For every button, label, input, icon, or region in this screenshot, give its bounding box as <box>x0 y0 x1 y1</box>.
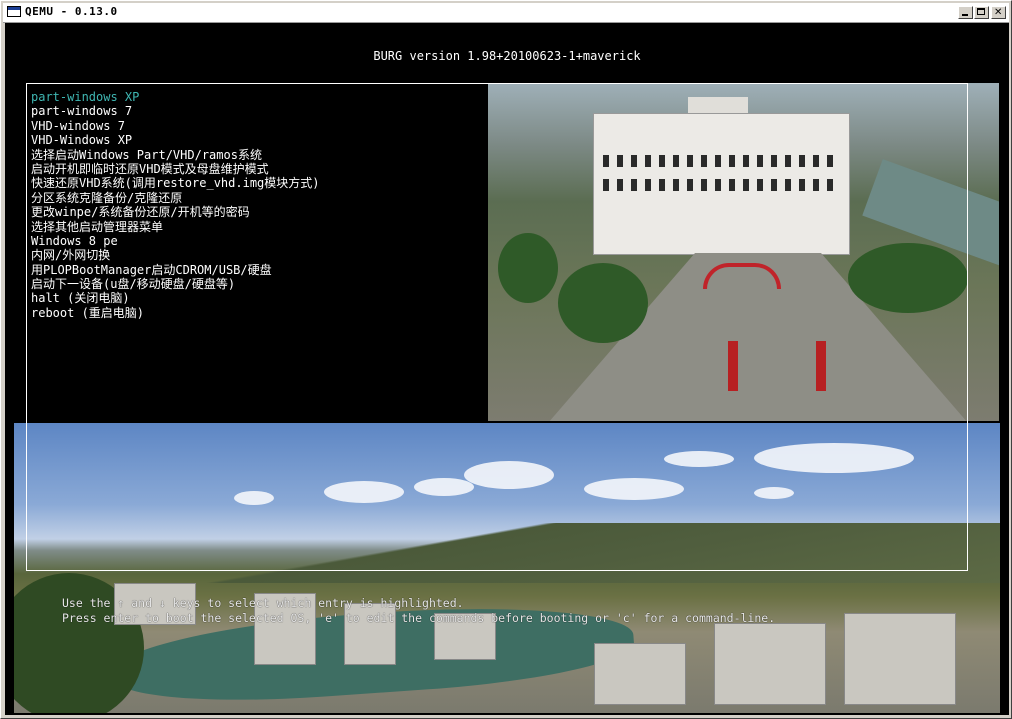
menu-item-other-bootmanager[interactable]: 选择其他启动管理器菜单 <box>31 220 320 234</box>
menu-item-vhd-windows-xp[interactable]: VHD-Windows XP <box>31 133 320 147</box>
background-photo-building <box>488 83 999 421</box>
menu-item-part-windows-7[interactable]: part-windows 7 <box>31 104 320 118</box>
menu-item-network-switch[interactable]: 内网/外网切换 <box>31 248 320 262</box>
menu-item-partition-clone[interactable]: 分区系统克隆备份/克隆还原 <box>31 191 320 205</box>
help-line-navigation: Use the ↑ and ↓ keys to select which ent… <box>62 596 464 610</box>
menu-item-vhd-temp-restore[interactable]: 启动开机即临时还原VHD模式及母盘维护模式 <box>31 162 320 176</box>
boot-menu: part-windows XP part-windows 7 VHD-windo… <box>31 90 320 320</box>
menu-item-reboot[interactable]: reboot (重启电脑) <box>31 306 320 320</box>
maximize-button[interactable] <box>974 6 989 19</box>
help-text: Use the ↑ and ↓ keys to select which ent… <box>62 596 775 626</box>
menu-item-vhd-windows-7[interactable]: VHD-windows 7 <box>31 119 320 133</box>
menu-item-halt[interactable]: halt (关闭电脑) <box>31 291 320 305</box>
qemu-window: QEMU - 0.13.0 BURG version 1.98+20100623… <box>0 0 1012 719</box>
title-bar[interactable]: QEMU - 0.13.0 <box>3 3 1009 23</box>
qemu-app-icon <box>7 6 21 17</box>
close-button[interactable] <box>991 6 1006 19</box>
menu-item-plop-boot[interactable]: 用PLOPBootManager启动CDROM/USB/硬盘 <box>31 263 320 277</box>
minimize-button[interactable] <box>958 6 973 19</box>
menu-item-part-windows-xp[interactable]: part-windows XP <box>31 90 320 104</box>
menu-item-select-windows-system[interactable]: 选择启动Windows Part/VHD/ramos系统 <box>31 148 320 162</box>
window-title: QEMU - 0.13.0 <box>25 5 118 18</box>
background-photo-panorama <box>14 423 1000 713</box>
menu-item-vhd-quick-restore[interactable]: 快速还原VHD系统(调用restore_vhd.img模块方式) <box>31 176 320 190</box>
menu-item-windows8-pe[interactable]: Windows 8 pe <box>31 234 320 248</box>
vm-screen[interactable]: BURG version 1.98+20100623-1+maverick pa… <box>5 23 1009 715</box>
bootloader-version: BURG version 1.98+20100623-1+maverick <box>373 49 641 63</box>
menu-item-next-device[interactable]: 启动下一设备(u盘/移动硬盘/硬盘等) <box>31 277 320 291</box>
menu-item-change-password[interactable]: 更改winpe/系统备份还原/开机等的密码 <box>31 205 320 219</box>
help-line-boot: Press enter to boot the selected OS, 'e'… <box>62 611 776 625</box>
